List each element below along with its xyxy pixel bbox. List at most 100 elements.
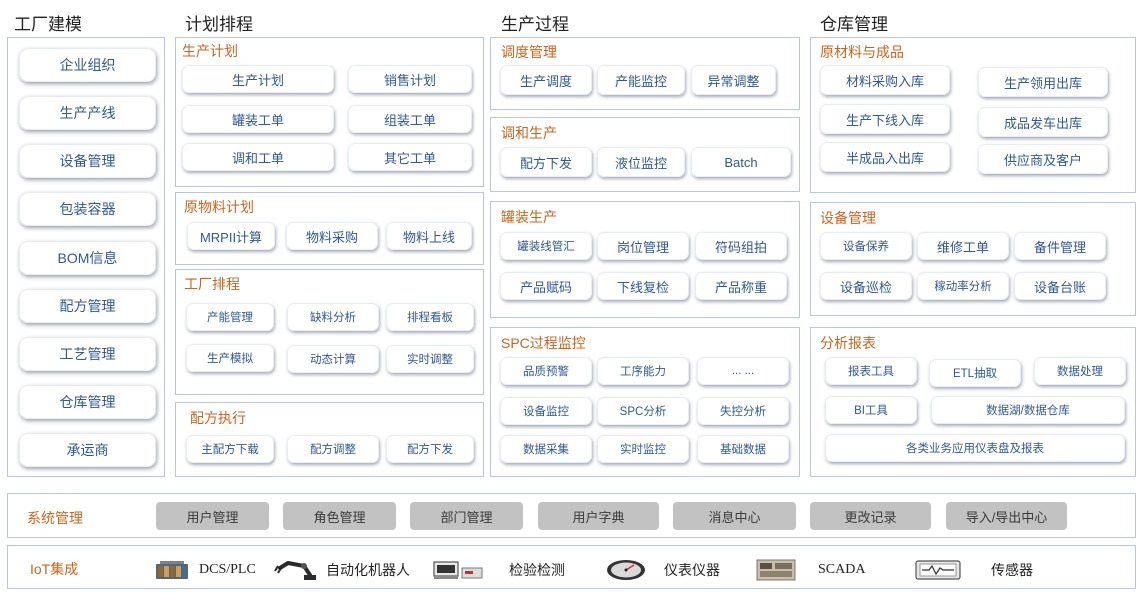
spc-item-out-of-control[interactable]: 失控分析 xyxy=(697,397,789,425)
recipe-item-adjust[interactable]: 配方调整 xyxy=(287,435,379,463)
column-title-factory: 工厂建模 xyxy=(14,15,82,34)
system-item-messages[interactable]: 消息中心 xyxy=(673,502,796,530)
sched-item-shortage[interactable]: 缺料分析 xyxy=(287,303,379,331)
eq-item-spare-parts[interactable]: 备件管理 xyxy=(1014,232,1106,260)
blending-item-recipe[interactable]: 配方下发 xyxy=(500,147,592,177)
dispatch-title: 调度管理 xyxy=(501,44,557,60)
spc-item-base-data[interactable]: 基础数据 xyxy=(697,435,789,463)
iot-label-scada: SCADA xyxy=(818,562,866,577)
factory-item-carrier[interactable]: 承运商 xyxy=(19,433,156,467)
material-item-mrp[interactable]: MRPII计算 xyxy=(187,222,275,250)
recipe-exec-title: 配方执行 xyxy=(190,410,246,426)
plan-item-production[interactable]: 生产计划 xyxy=(182,65,334,93)
material-item-online[interactable]: 物料上线 xyxy=(386,222,472,250)
spc-item-warning[interactable]: 品质预警 xyxy=(500,357,592,385)
eq-item-utilization[interactable]: 稼动率分析 xyxy=(917,272,1009,300)
plan-item-filling-order[interactable]: 罐装工单 xyxy=(182,105,334,133)
iot-item-robot[interactable]: 自动化机器人 xyxy=(274,556,410,584)
recipe-item-master-download[interactable]: 主配方下载 xyxy=(186,435,274,463)
factory-item-equipment[interactable]: 设备管理 xyxy=(19,144,156,178)
spc-title: SPC过程监控 xyxy=(501,335,586,351)
factory-item-container[interactable]: 包装容器 xyxy=(19,192,156,226)
iot-item-inspection[interactable]: 检验检测 xyxy=(433,556,565,584)
factory-item-bom[interactable]: BOM信息 xyxy=(19,241,156,275)
system-item-roles[interactable]: 角色管理 xyxy=(283,502,396,530)
spc-item-more[interactable]: ... ... xyxy=(697,357,789,385)
wh-item-production-in[interactable]: 生产下线入库 xyxy=(820,104,950,134)
reports-title: 分析报表 xyxy=(820,335,876,351)
recipe-item-dispatch[interactable]: 配方下发 xyxy=(386,435,474,463)
materials-title: 原材料与成品 xyxy=(820,44,904,60)
report-item-dashboards[interactable]: 各类业务应用仪表盘及报表 xyxy=(825,434,1125,462)
spc-item-collection[interactable]: 数据采集 xyxy=(500,435,592,463)
dispatch-item-exception[interactable]: 异常调整 xyxy=(691,65,776,95)
eq-item-ledger[interactable]: 设备台账 xyxy=(1014,272,1106,300)
factory-item-warehouse[interactable]: 仓库管理 xyxy=(19,385,156,419)
sched-item-capacity[interactable]: 产能管理 xyxy=(186,303,274,331)
filling-item-post[interactable]: 岗位管理 xyxy=(597,232,689,260)
plan-item-blend-order[interactable]: 调和工单 xyxy=(182,143,334,171)
wh-item-supplier-customer[interactable]: 供应商及客户 xyxy=(978,144,1108,174)
factory-item-org[interactable]: 企业组织 xyxy=(19,48,156,82)
spc-item-capability[interactable]: 工序能力 xyxy=(597,357,689,385)
iot-label: IoT集成 xyxy=(30,561,79,577)
plan-item-assembly-order[interactable]: 组装工单 xyxy=(348,105,472,133)
filling-item-weigh[interactable]: 产品称重 xyxy=(695,272,787,300)
inspection-device-icon xyxy=(433,561,483,579)
system-item-dictionary[interactable]: 用户字典 xyxy=(538,502,659,530)
wh-item-production-out[interactable]: 生产领用出库 xyxy=(978,67,1108,97)
sched-item-board[interactable]: 排程看板 xyxy=(386,303,474,331)
sched-item-dynamic[interactable]: 动态计算 xyxy=(287,345,379,373)
filling-title: 罐装生产 xyxy=(501,209,557,225)
spc-item-equipment-monitor[interactable]: 设备监控 xyxy=(500,397,592,425)
plan-item-sales[interactable]: 销售计划 xyxy=(348,65,472,93)
blending-item-level[interactable]: 液位监控 xyxy=(597,147,685,177)
production-plan-title: 生产计划 xyxy=(182,43,238,59)
material-item-purchase[interactable]: 物料采购 xyxy=(286,222,378,250)
spc-item-realtime[interactable]: 实时监控 xyxy=(597,435,689,463)
wh-item-semi-finished[interactable]: 半成品入出库 xyxy=(820,142,950,172)
iot-label-gauge: 仪表仪器 xyxy=(664,564,720,579)
eq-item-repair-order[interactable]: 维修工单 xyxy=(917,232,1009,260)
system-item-import-export[interactable]: 导入/导出中心 xyxy=(946,502,1067,530)
iot-label-sensor: 传感器 xyxy=(991,564,1033,579)
iot-item-sensor[interactable]: 传感器 xyxy=(915,556,1033,584)
filling-item-recheck[interactable]: 下线复检 xyxy=(597,272,689,300)
iot-item-scada[interactable]: SCADA xyxy=(756,556,865,584)
iot-label-robot: 自动化机器人 xyxy=(326,564,410,579)
factory-item-process[interactable]: 工艺管理 xyxy=(19,337,156,371)
equipment-title: 设备管理 xyxy=(820,210,876,226)
iot-label-plc: DCS/PLC xyxy=(199,562,256,577)
report-item-processing[interactable]: 数据处理 xyxy=(1034,357,1126,385)
filling-item-code[interactable]: 符码组拍 xyxy=(695,232,787,260)
system-item-departments[interactable]: 部门管理 xyxy=(410,502,523,530)
factory-item-line[interactable]: 生产产线 xyxy=(19,96,156,130)
report-item-etl[interactable]: ETL抽取 xyxy=(929,359,1021,387)
report-item-data-lake[interactable]: 数据湖/数据仓库 xyxy=(931,396,1125,424)
dispatch-item-schedule[interactable]: 生产调度 xyxy=(500,65,592,95)
spc-item-analysis[interactable]: SPC分析 xyxy=(597,397,689,425)
eq-item-inspection[interactable]: 设备巡检 xyxy=(820,272,912,300)
dispatch-item-capacity[interactable]: 产能监控 xyxy=(597,65,685,95)
report-item-bi[interactable]: BI工具 xyxy=(825,396,917,424)
sched-item-realtime[interactable]: 实时调整 xyxy=(386,345,474,373)
wh-item-purchase-in[interactable]: 材料采购入库 xyxy=(820,65,950,95)
system-item-users[interactable]: 用户管理 xyxy=(156,502,269,530)
report-item-tool[interactable]: 报表工具 xyxy=(825,357,917,385)
system-item-changelog[interactable]: 更改记录 xyxy=(810,502,931,530)
column-title-process: 生产过程 xyxy=(501,15,569,34)
gauge-icon xyxy=(607,560,645,580)
factory-item-recipe[interactable]: 配方管理 xyxy=(19,289,156,323)
column-title-planning: 计划排程 xyxy=(185,15,253,34)
filling-item-line[interactable]: 罐装线管汇 xyxy=(500,232,592,260)
iot-item-plc[interactable]: DCS/PLC xyxy=(155,556,256,584)
filling-item-assign-code[interactable]: 产品赋码 xyxy=(500,272,592,300)
plan-item-other-order[interactable]: 其它工单 xyxy=(348,143,472,171)
sched-item-simulation[interactable]: 生产模拟 xyxy=(186,344,274,372)
robot-arm-icon xyxy=(274,561,316,580)
wh-item-shipping-out[interactable]: 成品发车出库 xyxy=(978,107,1108,137)
eq-item-maintenance[interactable]: 设备保养 xyxy=(820,232,912,260)
column-title-warehouse: 仓库管理 xyxy=(820,15,888,34)
iot-item-gauge[interactable]: 仪表仪器 xyxy=(606,556,720,584)
blending-item-batch[interactable]: Batch xyxy=(691,147,791,177)
